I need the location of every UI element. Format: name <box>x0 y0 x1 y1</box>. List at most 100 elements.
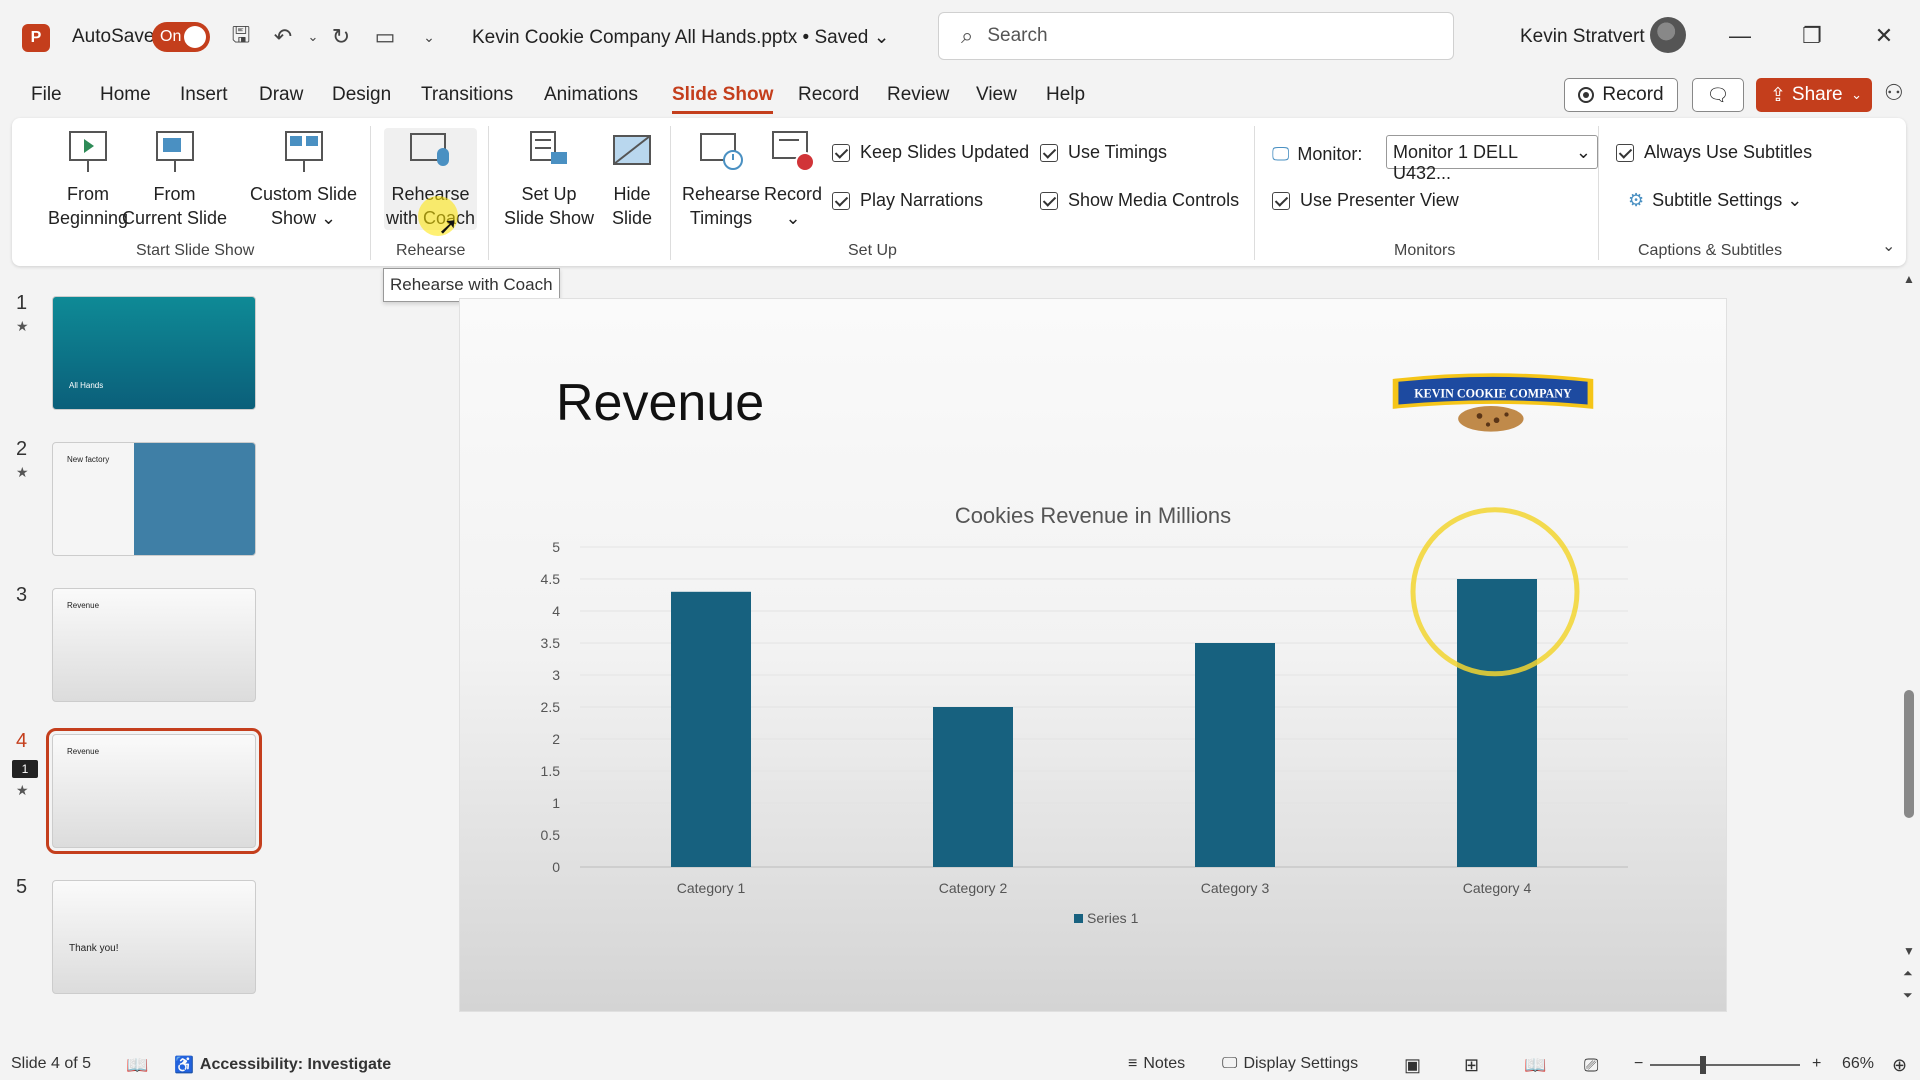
comments-button[interactable]: 🗨 <box>1692 78 1744 112</box>
show-media-controls-checkbox[interactable]: Show Media Controls <box>1040 190 1239 211</box>
tab-record[interactable]: Record <box>798 84 859 106</box>
search-icon: ⌕ <box>961 23 974 48</box>
zoom-out-icon[interactable]: − <box>1634 1055 1643 1073</box>
redo-icon[interactable]: ↻ <box>326 22 356 52</box>
zoom-level[interactable]: 66% <box>1842 1055 1874 1073</box>
autosave-label: AutoSave <box>72 26 155 47</box>
legend-swatch <box>1074 914 1083 923</box>
captions-group-label: Captions & Subtitles <box>1638 242 1783 259</box>
comment-count-badge[interactable]: 1 <box>12 760 38 778</box>
tab-draw[interactable]: Draw <box>259 84 303 106</box>
normal-view-icon[interactable]: ▣ <box>1404 1055 1421 1076</box>
slide-thumbnail-2[interactable]: New factory <box>52 442 256 556</box>
present-icon[interactable]: ▭ <box>370 22 400 52</box>
record-button[interactable]: Record <box>1564 78 1678 112</box>
from-beginning-label-1: From <box>67 184 110 204</box>
custom-slide-show-button[interactable]: Custom Slide Show ⌄ <box>250 128 357 230</box>
start-slide-show-group-label: Start Slide Show <box>136 242 255 259</box>
always-use-subtitles-checkbox[interactable]: Always Use Subtitles <box>1616 142 1812 163</box>
play-from-current-icon <box>155 131 194 172</box>
group-separator <box>1254 126 1255 260</box>
scroll-up-icon[interactable]: ▲ <box>1903 272 1915 286</box>
slide-sorter-icon[interactable]: ⊞ <box>1464 1055 1479 1076</box>
user-name[interactable]: Kevin Stratvert <box>1520 26 1645 48</box>
tab-design[interactable]: Design <box>332 84 391 106</box>
vertical-scrollbar[interactable]: ▲ ▼ ⏶ ⏷ <box>1900 270 1920 1016</box>
save-icon[interactable]: 🖫 <box>226 22 256 52</box>
from-beginning-label-2: Beginning <box>48 208 129 228</box>
thumbnail-text: Revenue <box>67 601 100 610</box>
undo-icon[interactable]: ↶ <box>268 22 298 52</box>
tab-review[interactable]: Review <box>887 84 949 106</box>
thumbnail-number: 1 <box>16 292 28 314</box>
slide-canvas[interactable]: Revenue KEVIN COOKIE COMPANY Cookies Rev… <box>459 298 1727 1012</box>
play-narrations-checkbox[interactable]: Play Narrations <box>832 190 983 211</box>
rehearse-coach-icon <box>409 133 449 166</box>
tab-slide-show[interactable]: Slide Show <box>672 84 774 114</box>
display-settings-button[interactable]: 🖵 Display Settings <box>1222 1055 1358 1073</box>
search-input[interactable]: ⌕ Search <box>938 12 1454 60</box>
record-label: Record <box>1602 84 1664 105</box>
scroll-down-icon[interactable]: ▼ <box>1903 944 1915 958</box>
from-beginning-button[interactable]: From Beginning <box>48 128 128 230</box>
record-slide-show-button[interactable]: Record ⌄ <box>764 128 822 230</box>
minimize-icon[interactable]: — <box>1720 16 1760 56</box>
revenue-bar-chart[interactable]: 0 0.5 1 1.5 2 2.5 3 3.5 4 4.5 5 Category 1 Category … <box>460 299 1728 1013</box>
monitor-value: Monitor 1 DELL U432... <box>1393 142 1518 183</box>
zoom-slider-thumb[interactable] <box>1700 1056 1706 1074</box>
avatar[interactable] <box>1650 17 1686 53</box>
tab-view[interactable]: View <box>976 84 1017 106</box>
undo-dropdown-icon[interactable]: ⌄ <box>298 22 328 52</box>
customize-toolbar-icon[interactable]: ⌄ <box>414 22 444 52</box>
accessibility-status[interactable]: ♿ Accessibility: Investigate <box>174 1055 391 1075</box>
spelling-check-icon[interactable]: 📖 <box>126 1055 148 1076</box>
zoom-in-icon[interactable]: + <box>1812 1055 1821 1073</box>
tab-home[interactable]: Home <box>100 84 151 106</box>
scrollbar-thumb[interactable] <box>1904 690 1914 818</box>
monitor-select[interactable]: Monitor 1 DELL U432... ⌄ <box>1386 135 1598 183</box>
notes-label: Notes <box>1143 1055 1186 1072</box>
tab-transitions[interactable]: Transitions <box>421 84 513 106</box>
use-presenter-view-checkbox[interactable]: Use Presenter View <box>1272 190 1459 211</box>
from-current-slide-button[interactable]: From Current Slide <box>122 128 227 230</box>
chevron-down-icon[interactable]: ⌄ <box>1851 87 1862 103</box>
title-bar: P AutoSave On 🖫 ↶ ⌄ ↻ ▭ ⌄ Kevin Cookie C… <box>0 0 1920 72</box>
group-separator <box>670 126 671 260</box>
slide-thumbnail-3[interactable]: Revenue <box>52 588 256 702</box>
slide-thumbnail-5[interactable]: Thank you! <box>52 880 256 994</box>
keep-slides-updated-checkbox[interactable]: Keep Slides Updated <box>832 142 1029 163</box>
autosave-toggle[interactable]: On <box>152 22 210 52</box>
slide-show-view-icon[interactable]: ⎚ <box>1584 1055 1598 1076</box>
ribbon-expand-icon[interactable]: ⌄ <box>1882 236 1895 256</box>
slide-thumbnail-4[interactable]: Revenue <box>46 728 262 854</box>
tab-animations[interactable]: Animations <box>544 84 638 106</box>
document-title[interactable]: Kevin Cookie Company All Hands.pptx • Sa… <box>472 26 890 49</box>
y-tick-label: 0 <box>552 859 560 875</box>
set-up-slide-show-button[interactable]: Set Up Slide Show <box>504 128 594 230</box>
y-tick-label: 4.5 <box>541 571 561 587</box>
restore-icon[interactable]: ❐ <box>1792 16 1832 56</box>
hide-slide-button[interactable]: Hide Slide <box>608 128 656 230</box>
use-timings-checkbox[interactable]: Use Timings <box>1040 142 1167 163</box>
reading-view-icon[interactable]: 📖 <box>1524 1055 1546 1076</box>
close-icon[interactable]: ✕ <box>1864 16 1904 56</box>
record-slideshow-icon <box>772 131 816 172</box>
record-icon <box>1578 87 1595 103</box>
toggle-knob <box>184 26 206 48</box>
rehearse-timings-button[interactable]: Rehearse Timings <box>682 128 760 230</box>
thumbnail-number: 4 <box>16 730 28 752</box>
zoom-slider[interactable] <box>1650 1064 1800 1066</box>
notes-button[interactable]: ≡ Notes <box>1128 1055 1185 1073</box>
tab-file[interactable]: File <box>31 84 62 106</box>
checkbox-checked <box>832 143 850 162</box>
subtitle-settings-button[interactable]: ⚙ Subtitle Settings ⌄ <box>1628 190 1802 211</box>
tab-insert[interactable]: Insert <box>180 84 228 106</box>
coauthor-icon[interactable]: ⚇ <box>1884 80 1904 106</box>
previous-slide-icon[interactable]: ⏶ <box>1903 966 1913 981</box>
tab-help[interactable]: Help <box>1046 84 1085 106</box>
fit-to-window-icon[interactable]: ⊕ <box>1892 1055 1907 1076</box>
share-button[interactable]: ⇪ Share ⌄ <box>1756 78 1872 112</box>
next-slide-icon[interactable]: ⏷ <box>1903 988 1913 1003</box>
slide-thumbnail-1[interactable]: All Hands <box>52 296 256 410</box>
hide-label-2: Slide <box>611 208 653 228</box>
